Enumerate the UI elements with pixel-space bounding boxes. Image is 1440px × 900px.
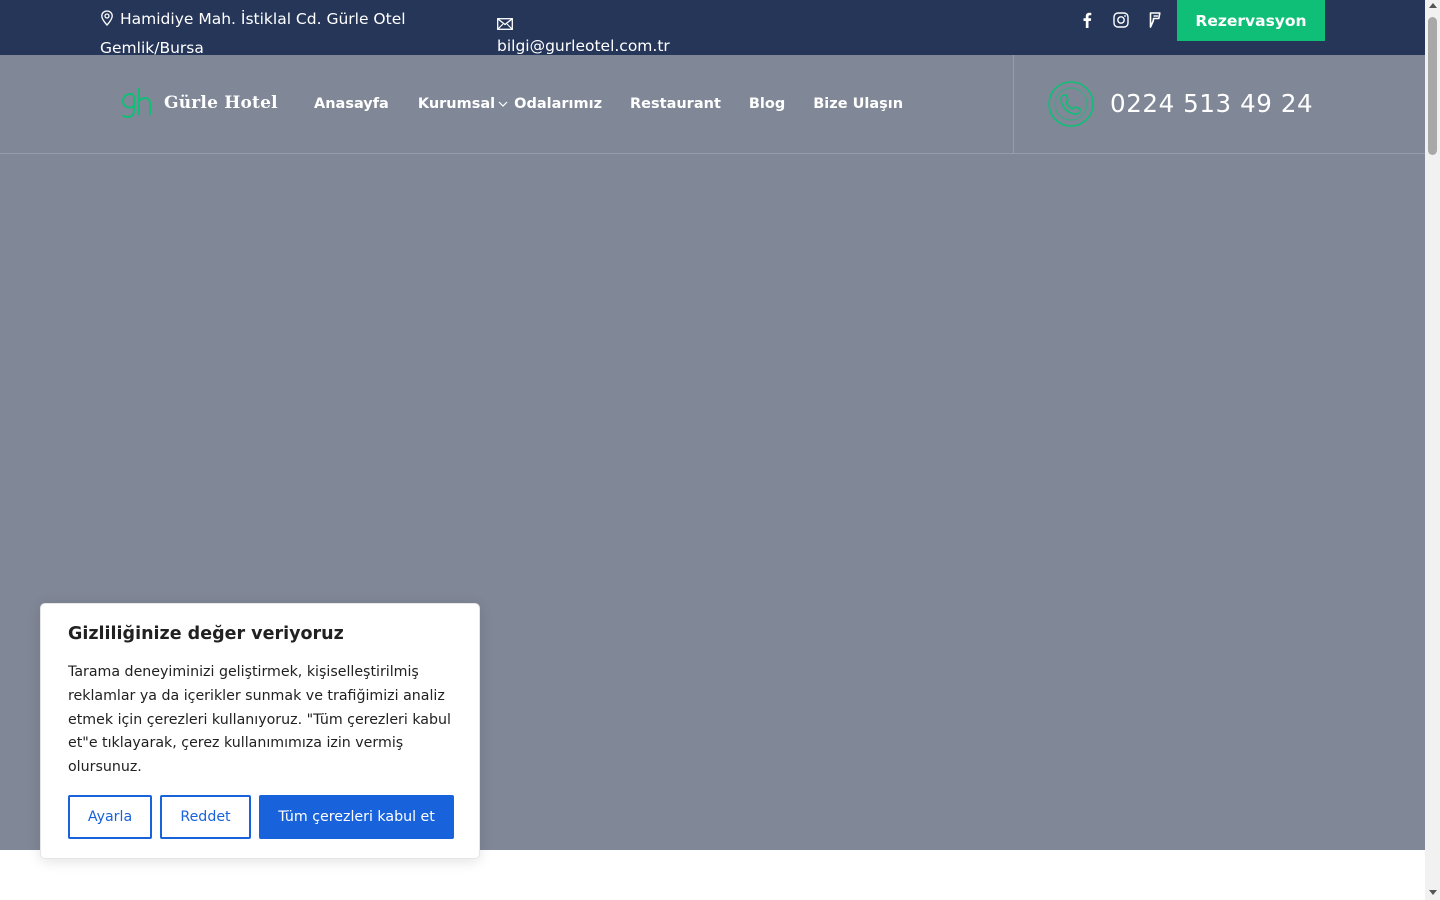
chevron-down-icon [498, 96, 508, 112]
cookie-reject-button[interactable]: Reddet [160, 795, 251, 839]
address: Hamidiye Mah. İstiklal Cd. Gürle Otel Ge… [100, 6, 440, 62]
social-links [1078, 10, 1164, 30]
envelope-icon [497, 6, 670, 33]
cookie-title: Gizliliğinize değer veriyoruz [68, 624, 344, 644]
email-link[interactable]: bilgi@gurleotel.com.tr [497, 37, 670, 55]
nav-item-blog[interactable]: Blog [749, 96, 785, 112]
main-header: Gürle Hotel Anasayfa Kurumsal Odalarımız… [0, 55, 1425, 154]
top-bar: Hamidiye Mah. İstiklal Cd. Gürle Otel Ge… [0, 0, 1425, 57]
nav-item-label: Kurumsal [417, 96, 496, 112]
logo-text: Gürle Hotel [164, 93, 278, 113]
instagram-icon[interactable] [1112, 11, 1130, 29]
nav-item-odalarimiz[interactable]: Odalarımız [514, 96, 602, 112]
nav-item-anasayfa[interactable]: Anasayfa [314, 96, 389, 112]
facebook-icon[interactable] [1078, 11, 1096, 29]
address-line-1: Hamidiye Mah. İstiklal Cd. Gürle Otel [120, 10, 406, 28]
cookie-customize-button[interactable]: Ayarla [68, 795, 152, 839]
logo[interactable]: Gürle Hotel [120, 85, 278, 121]
cookie-consent-banner: Gizliliğinize değer veriyoruz Tarama den… [40, 603, 480, 859]
logo-mark-icon [121, 88, 151, 119]
scroll-thumb[interactable] [1428, 17, 1437, 155]
foursquare-icon[interactable] [1146, 11, 1164, 29]
main-nav: Anasayfa Kurumsal Odalarımız Restaurant … [314, 55, 903, 153]
reservation-button[interactable]: Rezervasyon [1177, 0, 1325, 41]
scroll-up-arrow-icon[interactable] [1429, 3, 1437, 8]
scroll-down-arrow-icon[interactable] [1429, 890, 1437, 895]
nav-item-kurumsal[interactable]: Kurumsal [418, 96, 514, 112]
phone-number[interactable]: 0224 513 49 24 [1110, 85, 1313, 123]
phone-icon [1048, 81, 1094, 127]
header-divider [1013, 55, 1014, 153]
nav-item-bize-ulasin[interactable]: Bize Ulaşın [813, 96, 903, 112]
page-scrollbar[interactable] [1425, 0, 1440, 900]
email-block: bilgi@gurleotel.com.tr [497, 6, 670, 60]
cookie-body: Tarama deneyiminizi geliştirmek, kişisel… [68, 664, 451, 776]
cookie-accept-all-button[interactable]: Tüm çerezleri kabul et [259, 795, 454, 839]
map-pin-icon [100, 8, 114, 35]
nav-item-restaurant[interactable]: Restaurant [630, 96, 721, 112]
